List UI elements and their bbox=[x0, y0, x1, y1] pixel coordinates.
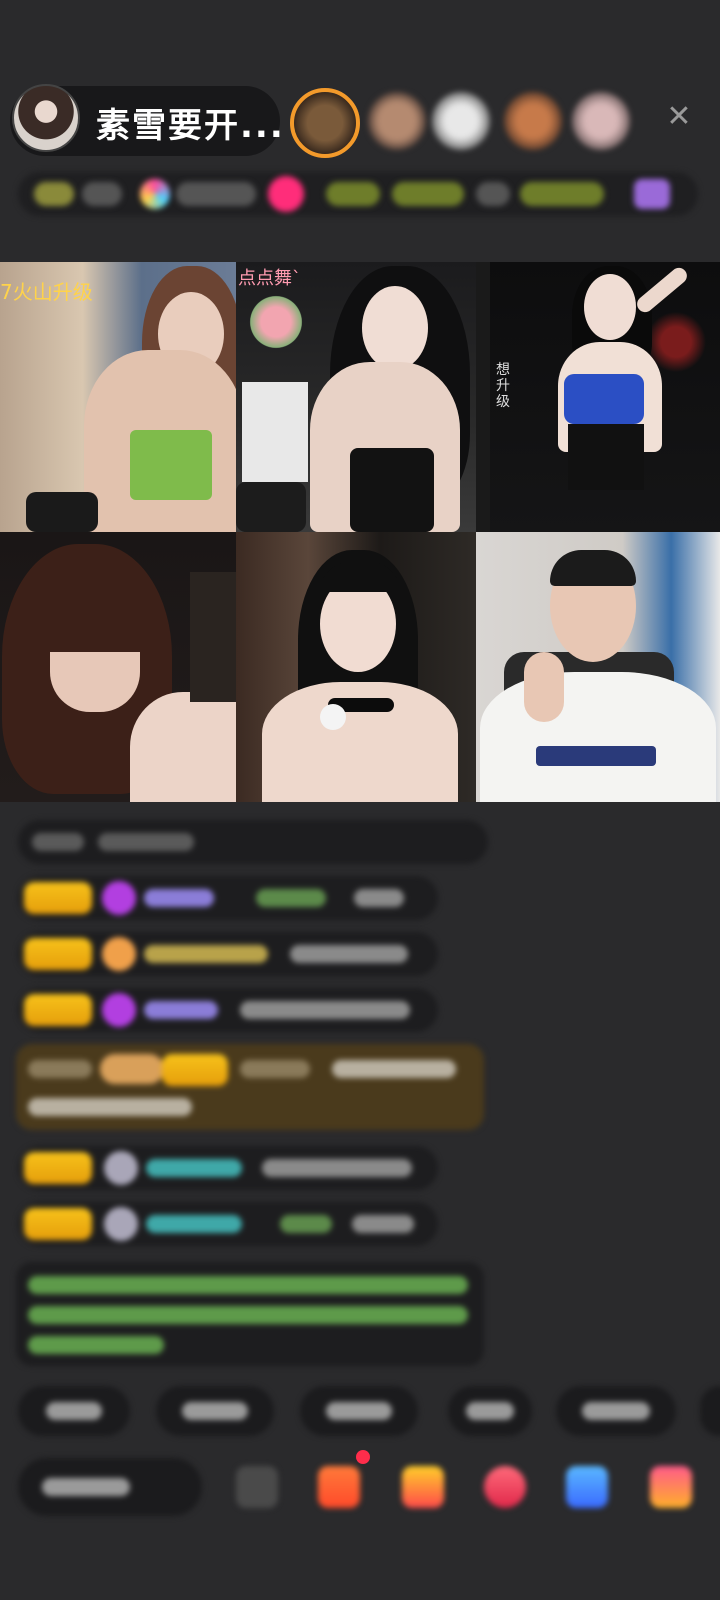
colorful-icon bbox=[140, 179, 170, 209]
video-cell-3-caption: 想升级 bbox=[496, 362, 510, 410]
chat-announcement bbox=[16, 1262, 484, 1366]
video-cell-4[interactable] bbox=[0, 532, 236, 802]
info-chip-text bbox=[176, 182, 256, 206]
fan-group-icon[interactable] bbox=[318, 1466, 360, 1508]
top-viewer-avatar-5[interactable] bbox=[572, 92, 630, 150]
quick-reply-button[interactable] bbox=[300, 1386, 418, 1436]
video-cell-6[interactable] bbox=[476, 532, 720, 802]
notification-dot bbox=[356, 1450, 370, 1464]
gem-icon bbox=[102, 937, 136, 971]
fan-badge bbox=[162, 1054, 228, 1086]
video-cell-5[interactable] bbox=[236, 532, 476, 802]
chat-message[interactable] bbox=[18, 876, 438, 920]
video-cell-2-caption: 点点舞` bbox=[238, 268, 301, 289]
comment-input[interactable] bbox=[18, 1458, 202, 1516]
quick-reply-button[interactable] bbox=[700, 1386, 720, 1436]
purple-icon[interactable] bbox=[634, 179, 670, 209]
video-grid: 7火山升级 点点舞` 想升级 bbox=[0, 262, 720, 802]
top-viewer-avatar-1[interactable] bbox=[290, 88, 360, 158]
top-viewer-avatar-2[interactable] bbox=[368, 92, 426, 150]
info-chip-2 bbox=[476, 182, 510, 206]
fan-badge bbox=[24, 994, 92, 1026]
gem-icon bbox=[102, 881, 136, 915]
chat-message[interactable] bbox=[18, 1146, 438, 1190]
chat-message[interactable] bbox=[18, 1202, 438, 1246]
close-icon[interactable]: ✕ bbox=[664, 102, 694, 132]
pink-gift-icon[interactable] bbox=[268, 176, 304, 212]
fan-badge bbox=[24, 1208, 92, 1240]
quick-reply-button[interactable] bbox=[156, 1386, 274, 1436]
gift-icon[interactable] bbox=[484, 1466, 526, 1508]
video-cell-3[interactable]: 想升级 bbox=[476, 262, 720, 532]
chat-highlight-message[interactable] bbox=[16, 1044, 484, 1130]
green-tag-1 bbox=[326, 182, 380, 206]
fan-badge bbox=[24, 938, 92, 970]
quick-reply-button[interactable] bbox=[556, 1386, 676, 1436]
avatar bbox=[104, 1207, 138, 1241]
gem-icon bbox=[102, 993, 136, 1027]
green-tag-3 bbox=[520, 182, 604, 206]
avatar bbox=[104, 1151, 138, 1185]
more-icon[interactable] bbox=[650, 1466, 692, 1508]
quick-reply-button[interactable] bbox=[448, 1386, 532, 1436]
info-chip bbox=[82, 182, 122, 206]
green-tag-2 bbox=[392, 182, 464, 206]
chat-message[interactable] bbox=[18, 988, 438, 1032]
chat-system-message bbox=[18, 820, 488, 864]
top-viewer-avatar-3[interactable] bbox=[432, 92, 490, 150]
share-icon[interactable] bbox=[566, 1466, 608, 1508]
video-cell-1[interactable]: 7火山升级 bbox=[0, 262, 236, 532]
top-viewer-avatar-4[interactable] bbox=[504, 92, 562, 150]
emoji-icon[interactable] bbox=[236, 1466, 278, 1508]
quick-reply-button[interactable] bbox=[18, 1386, 130, 1436]
red-packet-icon[interactable] bbox=[402, 1466, 444, 1508]
host-avatar[interactable] bbox=[12, 84, 80, 152]
host-name[interactable]: 素雪要开... bbox=[96, 98, 285, 147]
video-cell-2[interactable]: 点点舞` bbox=[236, 262, 476, 532]
chat-message[interactable] bbox=[18, 932, 438, 976]
fan-badge bbox=[24, 1152, 92, 1184]
level-badge bbox=[34, 182, 74, 206]
fan-badge bbox=[24, 882, 92, 914]
video-cell-1-caption: 7火山升级 bbox=[0, 280, 93, 304]
